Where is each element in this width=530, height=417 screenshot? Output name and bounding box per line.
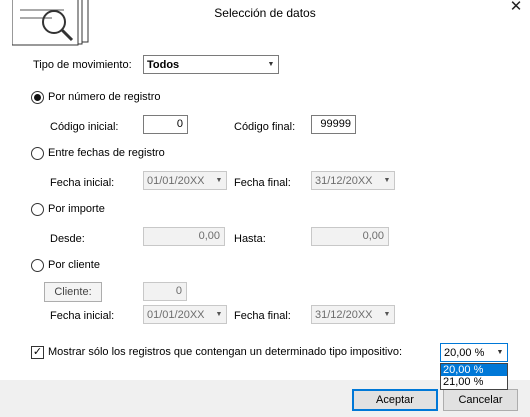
movement-type-select[interactable]: Todos ▼ bbox=[143, 55, 279, 74]
amount-to-label: Hasta: bbox=[234, 233, 266, 245]
tax-filter-checkbox[interactable]: ✓ bbox=[31, 346, 44, 359]
date-start-picker[interactable]: 01/01/20XX ▼ bbox=[143, 171, 227, 190]
amount-from-label: Desde: bbox=[50, 233, 85, 245]
tax-rate-option[interactable]: 21,00 % bbox=[441, 376, 507, 388]
close-icon[interactable]: ✕ bbox=[507, 0, 525, 16]
radio-by-number[interactable] bbox=[31, 91, 44, 104]
radio-by-client-label: Por cliente bbox=[48, 259, 100, 271]
chevron-down-icon: ▼ bbox=[267, 61, 275, 68]
radio-by-dates[interactable] bbox=[31, 147, 44, 160]
code-start-label: Código inicial: bbox=[50, 121, 119, 133]
cancel-button[interactable]: Cancelar bbox=[443, 389, 518, 411]
tax-rate-select[interactable]: 20,00 % ▼ bbox=[440, 343, 508, 362]
client-date-end-value: 31/12/20XX bbox=[315, 308, 373, 321]
tax-filter-label: Mostrar sólo los registros que contengan… bbox=[48, 346, 403, 358]
client-date-end-picker[interactable]: 31/12/20XX ▼ bbox=[311, 305, 395, 324]
client-date-start-value: 01/01/20XX bbox=[147, 308, 205, 321]
movement-type-value: Todos bbox=[147, 58, 180, 71]
chevron-down-icon: ▼ bbox=[215, 311, 223, 318]
radio-by-number-label: Por número de registro bbox=[48, 91, 161, 103]
date-start-label: Fecha inicial: bbox=[50, 177, 115, 189]
chevron-down-icon: ▼ bbox=[383, 311, 391, 318]
client-date-start-label: Fecha inicial: bbox=[50, 310, 115, 322]
date-start-value: 01/01/20XX bbox=[147, 174, 205, 187]
chevron-down-icon: ▼ bbox=[496, 349, 504, 356]
client-code-input[interactable]: 0 bbox=[143, 282, 187, 301]
date-end-label: Fecha final: bbox=[234, 177, 291, 189]
tax-rate-option[interactable]: 20,00 % bbox=[441, 364, 507, 376]
window-title: Selección de datos bbox=[214, 6, 316, 20]
client-date-end-label: Fecha final: bbox=[234, 310, 291, 322]
movement-type-label: Tipo de movimiento: bbox=[33, 59, 132, 71]
chevron-down-icon: ▼ bbox=[215, 177, 223, 184]
radio-by-amount[interactable] bbox=[31, 203, 44, 216]
date-end-value: 31/12/20XX bbox=[315, 174, 373, 187]
code-end-label: Código final: bbox=[234, 121, 296, 133]
amount-to-input[interactable]: 0,00 bbox=[311, 227, 389, 246]
radio-by-amount-label: Por importe bbox=[48, 203, 105, 215]
tax-rate-value: 20,00 % bbox=[444, 346, 485, 359]
code-end-input[interactable]: 99999 bbox=[311, 115, 356, 134]
amount-from-input[interactable]: 0,00 bbox=[143, 227, 225, 246]
tax-rate-dropdown-list: 20,00 % 21,00 % bbox=[440, 363, 508, 390]
accept-button[interactable]: Aceptar bbox=[352, 389, 438, 411]
client-lookup-button[interactable]: Cliente: bbox=[44, 282, 102, 302]
radio-by-client[interactable] bbox=[31, 259, 44, 272]
chevron-down-icon: ▼ bbox=[383, 177, 391, 184]
radio-by-dates-label: Entre fechas de registro bbox=[48, 147, 165, 159]
date-end-picker[interactable]: 31/12/20XX ▼ bbox=[311, 171, 395, 190]
client-date-start-picker[interactable]: 01/01/20XX ▼ bbox=[143, 305, 227, 324]
code-start-input[interactable]: 0 bbox=[143, 115, 188, 134]
